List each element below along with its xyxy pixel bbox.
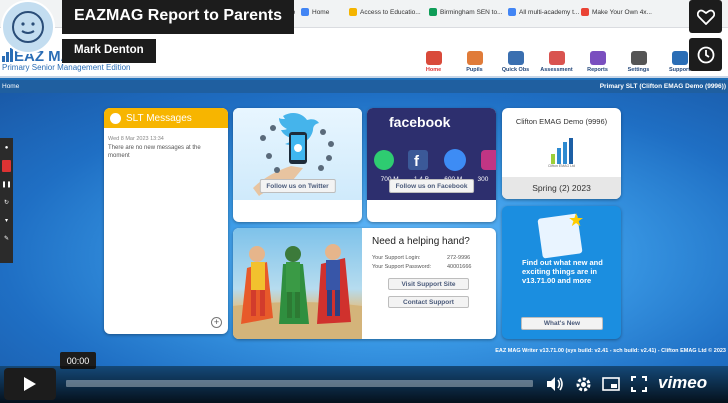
nav-icon bbox=[630, 51, 647, 65]
visit-support-button[interactable]: Visit Support Site bbox=[388, 278, 469, 290]
bookmark-label: Access to Educatio... bbox=[360, 8, 421, 16]
whats-new-button[interactable]: What's New bbox=[521, 317, 603, 330]
star-icon: ★ bbox=[568, 210, 585, 230]
facebook-image: facebook f 700 M 1.4 B 600 M 300 Follow … bbox=[367, 108, 496, 200]
logo-caption: Clifton EMAG Ltd bbox=[547, 164, 576, 168]
whats-new-text: Find out what new and exciting things ar… bbox=[522, 258, 603, 285]
nav-item-reports[interactable]: Reports bbox=[577, 49, 618, 77]
school-logo bbox=[547, 134, 577, 164]
picture-in-picture-icon[interactable] bbox=[601, 374, 621, 394]
app-subtitle: Primary Senior Management Edition bbox=[2, 63, 131, 72]
contact-support-button[interactable]: Contact Support bbox=[388, 296, 469, 308]
support-password-value: 40001666 bbox=[447, 264, 472, 270]
nav-item-settings[interactable]: Settings bbox=[618, 49, 659, 77]
heart-icon bbox=[696, 9, 715, 25]
bookmark-icon bbox=[301, 8, 309, 16]
nav-label: Home bbox=[425, 67, 442, 73]
timer-icon: ● bbox=[4, 145, 9, 151]
follow-facebook-button[interactable]: Follow us on Facebook bbox=[388, 179, 475, 193]
nav-icon bbox=[466, 51, 483, 65]
nav-icon bbox=[671, 51, 688, 65]
bookmark-item[interactable]: Access to Educatio... bbox=[349, 8, 421, 16]
video-author[interactable]: Mark Denton bbox=[62, 39, 156, 63]
restart-icon[interactable]: ↻ bbox=[2, 196, 11, 208]
nav-icon bbox=[589, 51, 606, 65]
watch-later-button[interactable] bbox=[689, 38, 722, 71]
slt-date: Wed 8 Mar 2023 13:34 bbox=[108, 136, 164, 142]
author-avatar[interactable] bbox=[1, 0, 55, 54]
like-button[interactable] bbox=[689, 0, 722, 33]
add-message-button[interactable]: + bbox=[211, 317, 222, 328]
bookmark-item[interactable]: Birmingham SEN to... bbox=[429, 8, 503, 16]
follow-twitter-button[interactable]: Follow us on Twitter bbox=[259, 179, 336, 193]
bookmark-item[interactable]: All multi-academy t... bbox=[508, 8, 579, 16]
logo-icon bbox=[2, 48, 13, 62]
nav-label: Settings bbox=[627, 67, 650, 73]
school-name: Clifton EMAG Demo (9996) bbox=[515, 117, 608, 126]
nav-item-home[interactable]: Home bbox=[413, 49, 454, 77]
twitter-image: Follow us on Twitter bbox=[233, 108, 362, 200]
video-title[interactable]: EAZMAG Report to Parents bbox=[62, 0, 295, 34]
nav-icon bbox=[548, 51, 565, 65]
status-bar: Home Primary SLT (Clifton EMAG Demo (999… bbox=[0, 80, 728, 93]
draw-icon[interactable]: ✎ bbox=[2, 232, 11, 244]
help-title: Need a helping hand? bbox=[372, 236, 470, 247]
support-login-value: 272-9996 bbox=[447, 255, 471, 261]
whats-new-tile: ★ Find out what new and exciting things … bbox=[502, 206, 621, 339]
context-label: Primary SLT (Clifton EMAG Demo (9996)) bbox=[599, 83, 726, 90]
play-icon bbox=[24, 377, 36, 391]
nav-item-assessment[interactable]: Assessment bbox=[536, 49, 577, 77]
vimeo-logo[interactable]: vimeo bbox=[658, 373, 707, 393]
slt-messages-panel: SLT Messages Wed 8 Mar 2023 13:34 There … bbox=[104, 108, 228, 334]
dashboard: SLT Messages Wed 8 Mar 2023 13:34 There … bbox=[0, 93, 728, 366]
progress-bar[interactable] bbox=[66, 380, 533, 387]
nav-label: Quick Obs bbox=[501, 67, 530, 73]
pause-icon[interactable]: ❚❚ bbox=[1, 178, 11, 190]
clock-icon bbox=[697, 46, 714, 63]
version-footer: EAZ MAG Writer v13.71.00 (sys build: v2.… bbox=[495, 348, 726, 354]
bookmark-item[interactable]: Home bbox=[301, 8, 329, 16]
settings-gear-icon[interactable] bbox=[573, 374, 593, 394]
support-login-label: Your Support Login: bbox=[372, 255, 421, 261]
breadcrumb[interactable]: Home bbox=[2, 83, 19, 90]
bookmark-icon bbox=[508, 8, 516, 16]
superhero-kids-image bbox=[233, 228, 362, 339]
nav-item-pupils[interactable]: Pupils bbox=[454, 49, 495, 77]
bookmark-icon bbox=[581, 8, 589, 16]
play-button[interactable] bbox=[4, 368, 56, 400]
nav-label: Reports bbox=[587, 67, 608, 73]
stat-instagram: 300 bbox=[477, 176, 489, 183]
bookmark-icon bbox=[429, 8, 437, 16]
nav-label: Pupils bbox=[466, 67, 483, 73]
slt-message: There are no new messages at the moment bbox=[108, 145, 201, 159]
trash-icon[interactable]: ▾ bbox=[2, 214, 11, 226]
support-tile: Need a helping hand? Your Support Login:… bbox=[233, 228, 496, 339]
bookmark-label: All multi-academy t... bbox=[519, 8, 580, 16]
recording-toolbar: ● ❚❚ ↻ ▾ ✎ bbox=[0, 138, 13, 263]
bookmark-label: Make Your Own 4x... bbox=[592, 8, 652, 16]
term-label: Spring (2) 2023 bbox=[502, 177, 621, 199]
slt-title: SLT Messages bbox=[126, 112, 192, 124]
bookmark-label: Birmingham SEN to... bbox=[440, 8, 503, 16]
school-tile[interactable]: Clifton EMAG Demo (9996) Clifton EMAG Lt… bbox=[502, 108, 621, 199]
support-password-label: Your Support Password: bbox=[372, 264, 432, 270]
bookmark-label: Home bbox=[312, 8, 330, 16]
nav-icon bbox=[507, 51, 524, 65]
slt-header: SLT Messages bbox=[104, 108, 228, 128]
volume-icon[interactable] bbox=[545, 374, 565, 394]
bookmark-item[interactable]: Make Your Own 4x... bbox=[581, 8, 652, 16]
nav-label: Assessment bbox=[540, 67, 573, 73]
main-nav: Home Pupils Quick Obs Assessment Reports Sett… bbox=[413, 49, 700, 77]
bookmark-icon bbox=[349, 8, 357, 16]
nav-icon bbox=[425, 51, 442, 65]
stop-record-button[interactable] bbox=[2, 160, 11, 172]
player-controls: vimeo bbox=[0, 366, 728, 403]
facebook-tile: facebook f 700 M 1.4 B 600 M 300 Follow … bbox=[367, 108, 496, 222]
fullscreen-icon[interactable] bbox=[629, 374, 649, 394]
twitter-tile: Follow us on Twitter bbox=[233, 108, 362, 222]
message-icon bbox=[110, 112, 121, 124]
nav-item-quick-obs[interactable]: Quick Obs bbox=[495, 49, 536, 77]
